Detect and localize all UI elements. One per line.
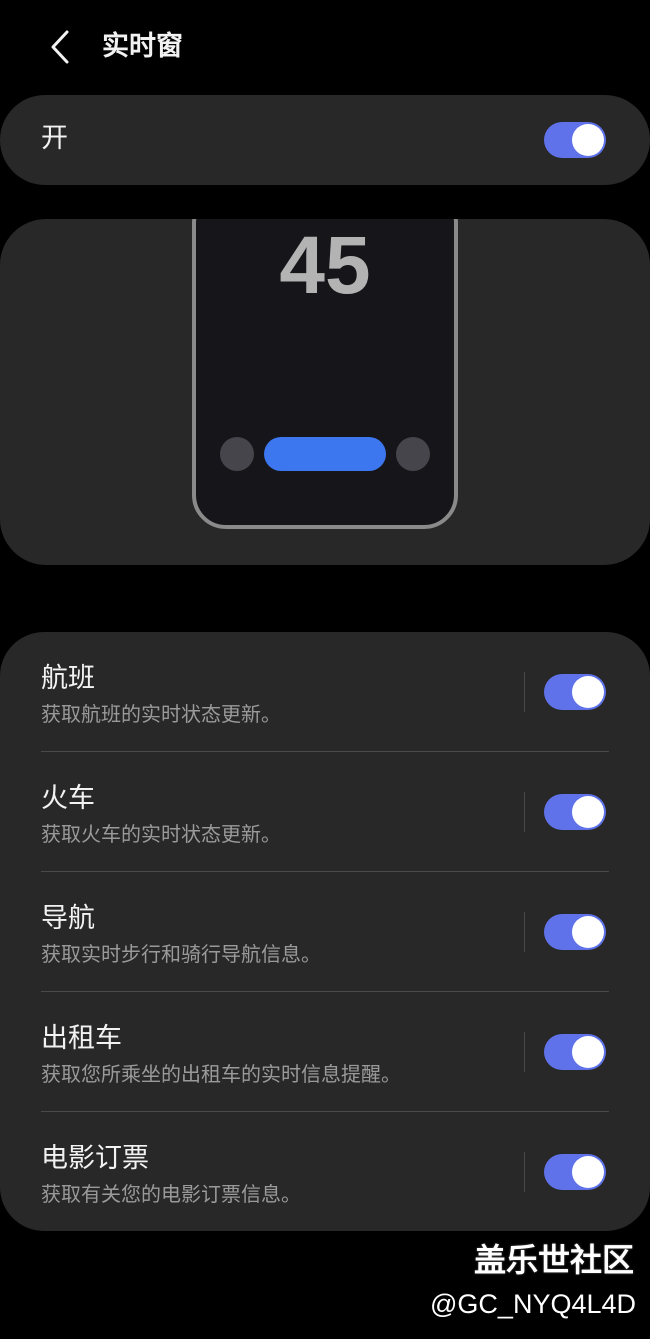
master-switch-row[interactable]: 开 [0, 95, 650, 185]
item-title: 电影订票 [41, 1143, 149, 1174]
toggle-knob [572, 1036, 604, 1068]
chevron-left-icon [51, 30, 69, 64]
train-toggle[interactable] [544, 794, 606, 830]
toggle-knob [572, 796, 604, 828]
list-item-flight[interactable]: 航班 获取航班的实时状态更新。 [0, 632, 650, 752]
item-description: 获取火车的实时状态更新。 [41, 822, 281, 846]
item-title: 出租车 [41, 1023, 122, 1054]
vertical-divider [524, 1032, 525, 1072]
watermark-user: @GC_NYQ4L4D [430, 1289, 636, 1319]
toggle-knob [572, 124, 604, 156]
live-pill [264, 437, 386, 471]
right-dot [396, 437, 430, 471]
vertical-divider [524, 1152, 525, 1192]
master-switch-label: 开 [41, 123, 68, 154]
watermark-site: 盖乐世社区 [473, 1241, 634, 1279]
vertical-divider [524, 792, 525, 832]
settings-list: 航班 获取航班的实时状态更新。 火车 获取火车的实时状态更新。 导航 获取实时步… [0, 632, 650, 1231]
taxi-toggle[interactable] [544, 1034, 606, 1070]
top-app-bar: 实时窗 [0, 0, 650, 95]
item-description: 获取航班的实时状态更新。 [41, 702, 281, 726]
vertical-divider [524, 672, 525, 712]
back-button[interactable] [36, 22, 86, 72]
list-item-movie-tickets[interactable]: 电影订票 获取有关您的电影订票信息。 [0, 1112, 650, 1232]
phone-frame: 45 [192, 219, 458, 529]
list-item-train[interactable]: 火车 获取火车的实时状态更新。 [0, 752, 650, 872]
item-description: 获取您所乘坐的出租车的实时信息提醒。 [41, 1062, 401, 1086]
list-item-taxi[interactable]: 出租车 获取您所乘坐的出租车的实时信息提醒。 [0, 992, 650, 1112]
vertical-divider [524, 912, 525, 952]
preview-number: 45 [279, 220, 371, 311]
item-description: 获取有关您的电影订票信息。 [41, 1182, 301, 1206]
item-description: 获取实时步行和骑行导航信息。 [41, 942, 321, 966]
toggle-knob [572, 676, 604, 708]
page-title: 实时窗 [102, 31, 183, 62]
item-title: 航班 [41, 663, 95, 694]
movie-tickets-toggle[interactable] [544, 1154, 606, 1190]
toggle-knob [572, 916, 604, 948]
item-title: 导航 [41, 903, 95, 934]
navigation-toggle[interactable] [544, 914, 606, 950]
left-dot [220, 437, 254, 471]
list-item-navigation[interactable]: 导航 获取实时步行和骑行导航信息。 [0, 872, 650, 992]
master-toggle[interactable] [544, 122, 606, 158]
toggle-knob [572, 1156, 604, 1188]
preview-illustration: 45 [0, 219, 650, 565]
item-title: 火车 [41, 783, 95, 814]
flight-toggle[interactable] [544, 674, 606, 710]
